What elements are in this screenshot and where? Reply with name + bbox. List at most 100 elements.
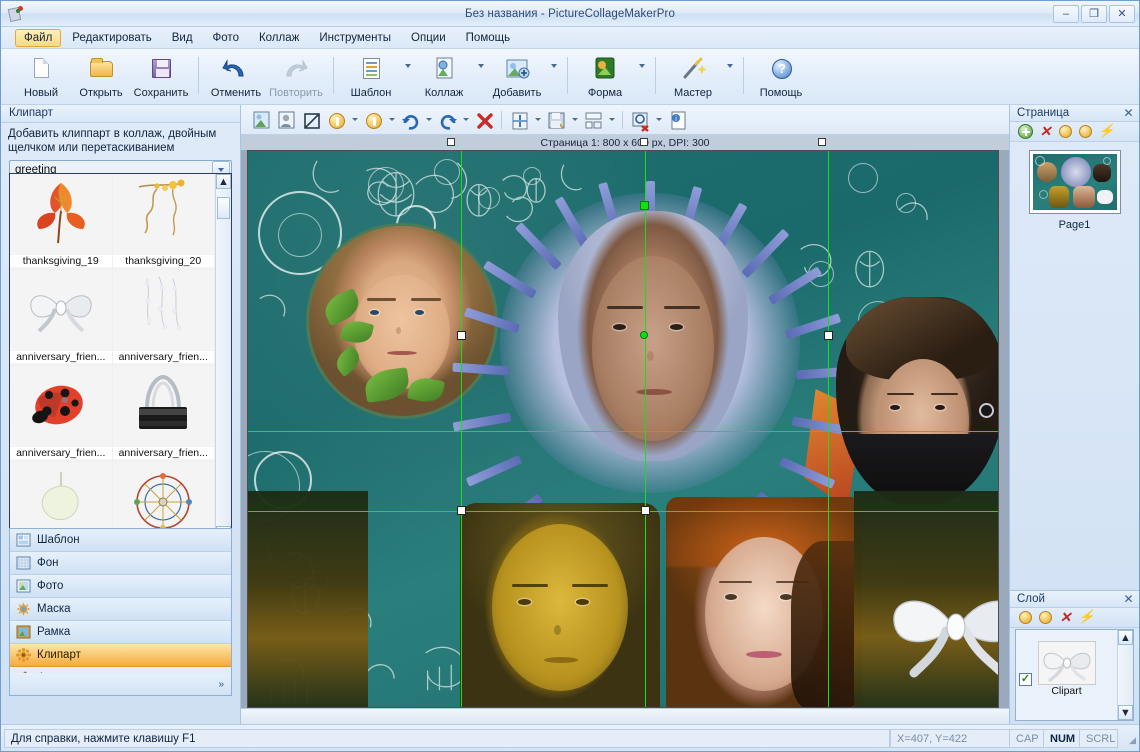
- toolbar-button-add[interactable]: Добавить: [487, 51, 547, 104]
- distribute-dropdown-arrow[interactable]: [606, 108, 617, 132]
- rotate-right-dropdown-arrow[interactable]: [423, 108, 434, 132]
- wizard-dropdown-arrow[interactable]: [723, 51, 736, 104]
- page-thumbnail[interactable]: [1028, 150, 1121, 214]
- toolbar-button-open[interactable]: Открыть: [71, 51, 131, 104]
- list-item[interactable]: ✓ Clipart: [1016, 630, 1117, 697]
- clipart-item[interactable]: anniversary_frien...: [112, 270, 215, 366]
- page-handle-center[interactable]: [640, 138, 648, 146]
- rotate-left-dropdown-arrow[interactable]: [460, 108, 471, 132]
- save-layout-icon[interactable]: [544, 108, 568, 132]
- toolbar-button-collage[interactable]: Коллаж: [414, 51, 474, 104]
- page-list[interactable]: Page1: [1010, 142, 1139, 231]
- sidebar-item-frame[interactable]: Рамка: [10, 621, 231, 644]
- page-handle-left[interactable]: [447, 138, 455, 146]
- layer-down-icon[interactable]: [1038, 610, 1053, 625]
- menu-item-help[interactable]: Помощь: [457, 29, 519, 47]
- clipart-item[interactable]: anniversary_frien...: [112, 366, 215, 462]
- rotate-left-icon[interactable]: [435, 108, 459, 132]
- scroll-down-button[interactable]: ▼: [1118, 705, 1133, 720]
- add-page-icon[interactable]: [1018, 124, 1033, 139]
- menu-item-edit[interactable]: Редактировать: [63, 29, 160, 47]
- sidebar-item-mask[interactable]: Маска: [10, 598, 231, 621]
- close-icon[interactable]: ✕: [1122, 106, 1135, 120]
- expand-chevron-icon[interactable]: »: [218, 679, 224, 690]
- rotate-right-icon[interactable]: [398, 108, 422, 132]
- category-expand-row[interactable]: »: [10, 673, 231, 695]
- sidebar-item-background[interactable]: Фон: [10, 552, 231, 575]
- toolbar-button-new[interactable]: Новый: [11, 51, 71, 104]
- resize-grip[interactable]: ◢: [1120, 730, 1136, 746]
- scroll-up-button[interactable]: ▲: [216, 174, 231, 189]
- clipart-item[interactable]: anniversary_frien...: [10, 366, 113, 462]
- refresh-layer-icon[interactable]: ⚡: [1078, 610, 1094, 625]
- send-backward-coin-icon[interactable]: [361, 108, 385, 132]
- toolbar-button-save[interactable]: Сохранить: [131, 51, 191, 104]
- move-down-icon[interactable]: [1078, 124, 1093, 139]
- shape-dropdown-arrow[interactable]: [635, 51, 648, 104]
- sidebar-item-template[interactable]: Шаблон: [10, 529, 231, 552]
- white-bow-clipart-on-canvas[interactable]: [880, 569, 998, 689]
- properties-info-icon[interactable]: i: [665, 108, 689, 132]
- photo-foliage-woman[interactable]: [666, 497, 862, 707]
- canvas-area[interactable]: Страница 1: 800 x 600 px, DPI: 300: [241, 135, 1009, 724]
- resize-handle-bottom-center[interactable]: [641, 506, 650, 515]
- photo-center-woman[interactable]: [558, 211, 748, 461]
- layer-up-icon[interactable]: [1018, 610, 1033, 625]
- crop-icon[interactable]: [299, 108, 323, 132]
- menu-item-options[interactable]: Опции: [402, 29, 455, 47]
- toolbar-button-wizard[interactable]: Мастер: [663, 51, 723, 104]
- template-dropdown-arrow[interactable]: [401, 51, 414, 104]
- menu-item-tools[interactable]: Инструменты: [310, 29, 400, 47]
- bring-forward-dropdown-arrow[interactable]: [349, 108, 360, 132]
- save-layout-dropdown-arrow[interactable]: [569, 108, 580, 132]
- menu-item-view[interactable]: Вид: [163, 29, 202, 47]
- align-dropdown-arrow[interactable]: [532, 108, 543, 132]
- add-dropdown-arrow[interactable]: [547, 51, 560, 104]
- bring-forward-coin-icon[interactable]: [324, 108, 348, 132]
- toolbar-button-help[interactable]: ? Помощь: [751, 51, 811, 104]
- toolbar-button-template[interactable]: Шаблон: [341, 51, 401, 104]
- toolbar-button-shape[interactable]: Форма: [575, 51, 635, 104]
- layer-scrollbar[interactable]: ▲ ▼: [1117, 630, 1133, 720]
- layer-list[interactable]: ✓ Clipart ▲ ▼: [1015, 629, 1134, 721]
- page-handle-right[interactable]: [818, 138, 826, 146]
- toolbar-button-undo[interactable]: Отменить: [206, 51, 266, 104]
- delete-page-icon[interactable]: ✕: [1038, 124, 1053, 139]
- clipart-item[interactable]: thanksgiving_20: [112, 174, 215, 270]
- clipart-grid[interactable]: thanksgiving_19 thanksgiving_20 annivers…: [10, 174, 215, 541]
- resize-handle-bottom-left[interactable]: [457, 506, 466, 515]
- clipart-item[interactable]: thanksgiving_19: [10, 174, 113, 270]
- white-bow-layer[interactable]: [1037, 641, 1096, 685]
- zoom-select-dropdown-arrow[interactable]: [653, 108, 664, 132]
- refresh-icon[interactable]: ⚡: [1098, 124, 1114, 139]
- menu-item-file[interactable]: Файл: [15, 28, 62, 47]
- menu-item-photo[interactable]: Фото: [204, 29, 248, 47]
- close-icon[interactable]: ✕: [1122, 592, 1135, 606]
- sidebar-item-clipart[interactable]: Клипарт: [10, 644, 231, 667]
- move-up-icon[interactable]: [1058, 124, 1073, 139]
- delete-layer-icon[interactable]: ✕: [1058, 610, 1073, 625]
- scroll-up-button[interactable]: ▲: [1118, 630, 1133, 645]
- photo-fur-hat-woman[interactable]: [836, 297, 998, 505]
- delete-x-icon[interactable]: [472, 108, 496, 132]
- scrollbar-thumb[interactable]: [217, 197, 230, 219]
- toolbar-button-redo[interactable]: Повторить: [266, 51, 326, 104]
- collage-stage[interactable]: [247, 150, 999, 708]
- zoom-select-icon[interactable]: [628, 108, 652, 132]
- resize-handle-left[interactable]: [457, 331, 466, 340]
- clipart-item[interactable]: anniversary_frien...: [10, 270, 113, 366]
- photo-golden-woman[interactable]: [460, 503, 660, 707]
- clipart-scrollbar[interactable]: ▲ ▼: [215, 174, 231, 541]
- insert-photo-icon[interactable]: [249, 108, 273, 132]
- center-handle[interactable]: [640, 331, 648, 339]
- landscape-left[interactable]: [248, 491, 368, 707]
- align-vertical-icon[interactable]: [507, 108, 531, 132]
- menu-item-collage[interactable]: Коллаж: [250, 29, 308, 47]
- sidebar-item-photo[interactable]: Фото: [10, 575, 231, 598]
- canvas-horizontal-scrollbar[interactable]: [241, 708, 1009, 724]
- photo-blonde-circle[interactable]: [306, 223, 498, 419]
- collage-canvas[interactable]: [248, 151, 998, 707]
- rotate-handle-top[interactable]: [640, 201, 649, 210]
- send-backward-dropdown-arrow[interactable]: [386, 108, 397, 132]
- resize-handle-right[interactable]: [824, 331, 833, 340]
